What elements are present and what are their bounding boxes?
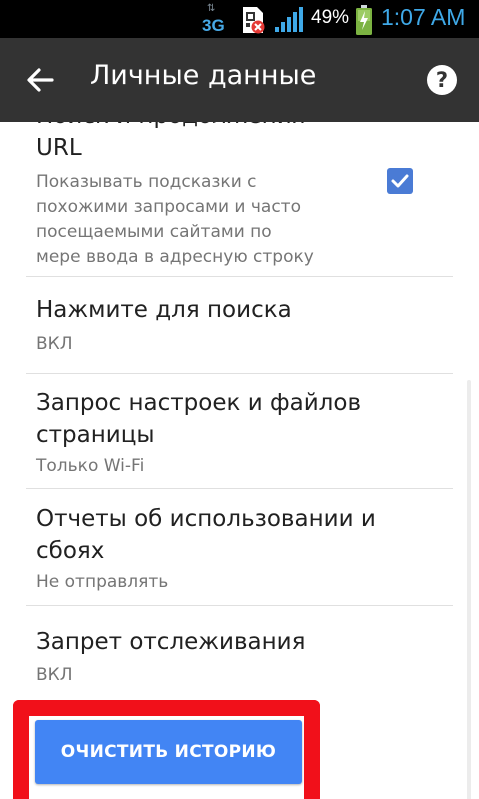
clear-history-button[interactable]: ОЧИСТИТЬ ИСТОРИЮ	[35, 720, 302, 784]
setting-title: Нажмите для поиска	[36, 297, 292, 323]
help-icon[interactable]: ?	[426, 64, 458, 96]
sim-card-error-icon	[243, 7, 265, 34]
setting-usage-reports[interactable]: Отчеты об использовании и сбоях Не отпра…	[0, 489, 479, 605]
network-indicator: ⇅ 3G	[199, 2, 229, 36]
setting-tap-to-search[interactable]: Нажмите для поиска ВКЛ	[0, 277, 479, 373]
toolbar: Личные данные ?	[0, 38, 479, 122]
clock: 1:07 AM	[381, 4, 466, 30]
svg-text:?: ?	[436, 68, 448, 92]
signal-icon	[275, 7, 303, 32]
search-suggestions-checkbox[interactable]	[387, 168, 413, 194]
setting-title: Запрос настроек и файлов страницы	[36, 390, 361, 448]
checkmark-icon	[391, 174, 409, 188]
battery-charging-icon	[356, 5, 372, 35]
status-bar: ⇅ 3G 49% 1:07 AM	[0, 0, 479, 38]
data-arrows-icon: ⇅	[207, 3, 218, 14]
scrollbar[interactable]	[467, 380, 471, 799]
setting-summary: ВКЛ	[36, 665, 73, 685]
page-title: Личные данные	[90, 60, 317, 91]
setting-summary: ВКЛ	[36, 334, 73, 354]
setting-summary: Только Wi-Fi	[36, 456, 145, 476]
setting-page-prefetch[interactable]: Запрос настроек и файлов страницы Только…	[0, 374, 479, 488]
setting-search-suggestions[interactable]: Поиск и продолжения URL Показывать подск…	[0, 122, 479, 276]
arrow-back-icon[interactable]	[22, 62, 58, 98]
network-type: 3G	[202, 16, 225, 35]
setting-summary: Не отправлять	[36, 572, 169, 592]
setting-title: Отчеты об использовании и сбоях	[36, 506, 376, 564]
battery-percent: 49%	[311, 7, 350, 28]
setting-do-not-track[interactable]: Запрет отслеживания ВКЛ	[0, 606, 479, 702]
settings-list[interactable]: Поиск и продолжения URL Показывать подск…	[0, 122, 479, 799]
setting-summary: Показывать подсказки с похожими запросам…	[36, 172, 314, 267]
setting-title: Запрет отслеживания	[36, 629, 306, 655]
setting-title: Поиск и продолжения URL	[36, 122, 306, 161]
